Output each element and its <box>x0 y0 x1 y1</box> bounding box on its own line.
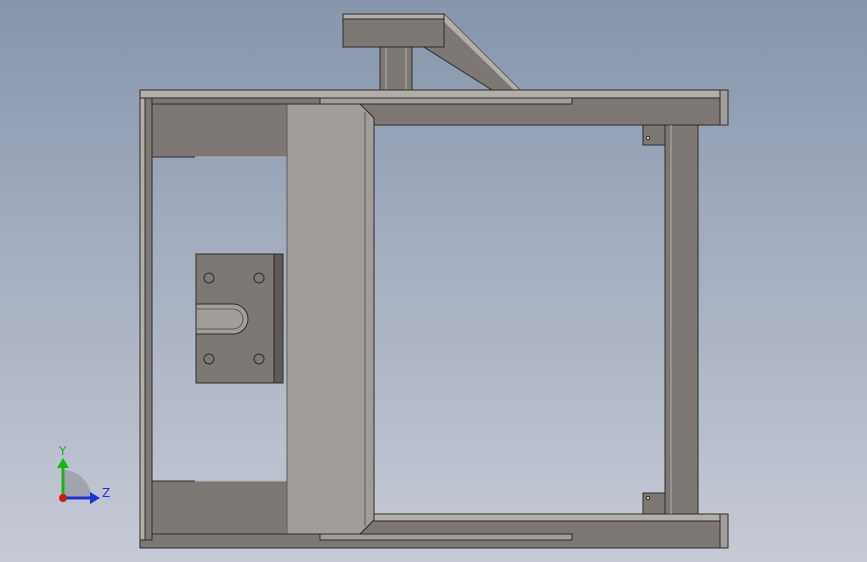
top-rail-end-cap <box>719 89 729 126</box>
mounting-plate-side <box>273 253 284 384</box>
center-plate[interactable] <box>286 103 375 535</box>
center-plate-body <box>286 103 375 535</box>
cad-viewport[interactable]: Y Z <box>0 0 867 562</box>
left-beam-face <box>139 97 146 541</box>
mounting-hole <box>253 272 265 284</box>
top-tab-hole <box>645 135 651 141</box>
triad-z-label: Z <box>102 486 110 500</box>
bottom-rail-end-cap <box>719 513 729 549</box>
upper-bracket-post <box>379 43 413 93</box>
top-rail-slot <box>319 97 573 105</box>
viewport-background <box>0 0 867 562</box>
lower-left-block <box>151 480 288 535</box>
upper-bracket-bar-top-face <box>342 13 445 20</box>
right-beam-top-tab <box>642 124 666 146</box>
triad-x-axis-dot <box>59 494 67 502</box>
bottom-tab-hole <box>645 495 651 501</box>
left-beam[interactable] <box>139 97 153 541</box>
model-canvas[interactable]: Y Z <box>0 0 867 562</box>
top-rail-top-face <box>139 89 729 99</box>
triad-y-label: Y <box>58 444 67 458</box>
mounting-hole <box>203 353 215 365</box>
mounting-hole <box>203 272 215 284</box>
bottom-rail-slot <box>319 533 573 541</box>
right-beam-body <box>664 124 699 515</box>
right-beam-bottom-tab <box>642 492 666 515</box>
upper-left-block <box>151 103 288 158</box>
mounting-hole <box>253 353 265 365</box>
mounting-plate[interactable] <box>195 253 284 384</box>
